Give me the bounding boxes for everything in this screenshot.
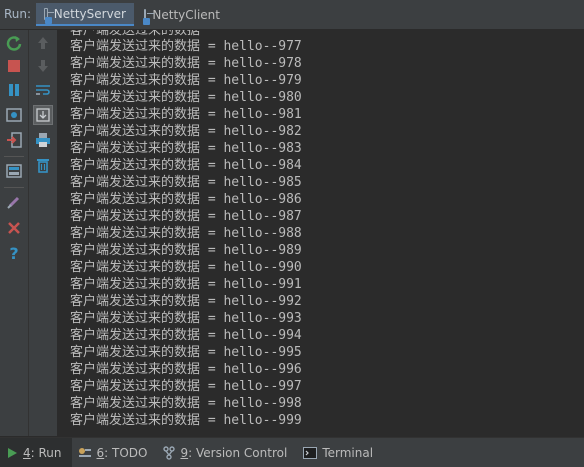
console-line: 客户端发送过来的数据 = hello--986 <box>70 192 302 207</box>
bottom-tab-terminal[interactable]: Terminal <box>297 438 383 467</box>
exit-icon[interactable] <box>4 130 24 150</box>
dump-threads-icon[interactable] <box>4 105 24 125</box>
run-toolbar-primary: ? <box>0 30 29 436</box>
tab-label: NettyClient <box>152 7 220 22</box>
version-control-icon <box>163 445 176 460</box>
console-line: 客户端发送过来的数据 = hello--980 <box>70 90 302 105</box>
scroll-to-end-icon[interactable] <box>33 105 53 125</box>
console-line: 客户端发送过来的数据 = hello--993 <box>70 311 302 326</box>
run-label: Run: <box>4 7 32 21</box>
console-line: 客户端发送过来的数据 = hello--992 <box>70 294 302 309</box>
bottom-tool-window-bar: 4: Run 6: TODO 9: Version Control Termin… <box>0 437 584 467</box>
bottom-tab-todo[interactable]: 6: TODO <box>72 438 158 467</box>
console-output[interactable]: 客户端发送过来的数据 客户端发送过来的数据 = hello--977 客户端发送过… <box>58 30 584 436</box>
bottom-tab-key: 9 <box>180 445 189 460</box>
console-line: 客户端发送过来的数据 = hello--989 <box>70 243 302 258</box>
console-line: 客户端发送过来的数据 = hello--998 <box>70 396 302 411</box>
console-line: 客户端发送过来的数据 = hello--999 <box>70 413 302 428</box>
console-line: 客户端发送过来的数据 = hello--984 <box>70 158 302 173</box>
run-toolbar-secondary <box>29 30 58 436</box>
console-line: 客户端发送过来的数据 = hello--995 <box>70 345 302 360</box>
console-tab-icon <box>143 8 156 25</box>
print-icon[interactable] <box>33 130 53 150</box>
bottom-tab-label: Terminal <box>322 445 374 460</box>
console-tab-icon <box>44 7 54 24</box>
console-line: 客户端发送过来的数据 = hello--985 <box>70 175 302 190</box>
console-line: 客户端发送过来的数据 = hello--991 <box>70 277 302 292</box>
console-line: 客户端发送过来的数据 = hello--977 <box>70 39 302 54</box>
console-line: 客户端发送过来的数据 = hello--978 <box>70 56 302 71</box>
bottom-tab-label: : Run <box>30 445 62 460</box>
terminal-icon <box>303 446 318 459</box>
bottom-tab-key: 4 <box>23 445 31 460</box>
tab-nettyclient[interactable]: NettyClient <box>136 3 228 26</box>
up-arrow-icon[interactable] <box>33 33 53 53</box>
stop-icon[interactable] <box>4 56 24 76</box>
run-tab-bar: Run: NettyServer NettyClient <box>0 0 584 30</box>
pin-icon[interactable] <box>4 192 24 212</box>
todo-icon <box>78 447 91 457</box>
console-line: 客户端发送过来的数据 = hello--981 <box>70 107 302 122</box>
run-tool-window: Run: NettyServer NettyClient ? 客户端发送过来的数… <box>0 0 584 467</box>
bottom-tab-label: : Version Control <box>188 445 288 460</box>
console-line: 客户端发送过来的数据 = hello--983 <box>70 141 302 156</box>
console-line: 客户端发送过来的数据 = hello--994 <box>70 328 302 343</box>
layout-icon[interactable] <box>4 161 24 181</box>
bottom-tab-key: 6 <box>96 445 105 460</box>
console-line: 客户端发送过来的数据 = hello--979 <box>70 73 302 88</box>
down-arrow-icon[interactable] <box>33 56 53 76</box>
tab-label: NettyServer <box>53 6 126 21</box>
console-line: 客户端发送过来的数据 = hello--996 <box>70 362 302 377</box>
soft-wrap-icon[interactable] <box>33 80 53 100</box>
console-line: 客户端发送过来的数据 = hello--988 <box>70 226 302 241</box>
rerun-icon[interactable] <box>4 33 24 53</box>
clear-all-icon[interactable] <box>33 155 53 175</box>
console-line: 客户端发送过来的数据 = hello--997 <box>70 379 302 394</box>
tab-nettyserver[interactable]: NettyServer <box>36 3 134 26</box>
console-line: 客户端发送过来的数据 = hello--982 <box>70 124 302 139</box>
close-icon[interactable] <box>4 218 24 238</box>
pause-icon[interactable] <box>4 80 24 100</box>
run-icon <box>8 447 17 458</box>
console-line: 客户端发送过来的数据 = hello--987 <box>70 209 302 224</box>
bottom-tab-version-control[interactable]: 9: Version Control <box>157 438 297 467</box>
console-line: 客户端发送过来的数据 = hello--990 <box>70 260 302 275</box>
bottom-tab-run[interactable]: 4: Run <box>0 438 72 467</box>
help-icon[interactable]: ? <box>4 243 24 263</box>
bottom-tab-label: : TODO <box>104 445 148 460</box>
